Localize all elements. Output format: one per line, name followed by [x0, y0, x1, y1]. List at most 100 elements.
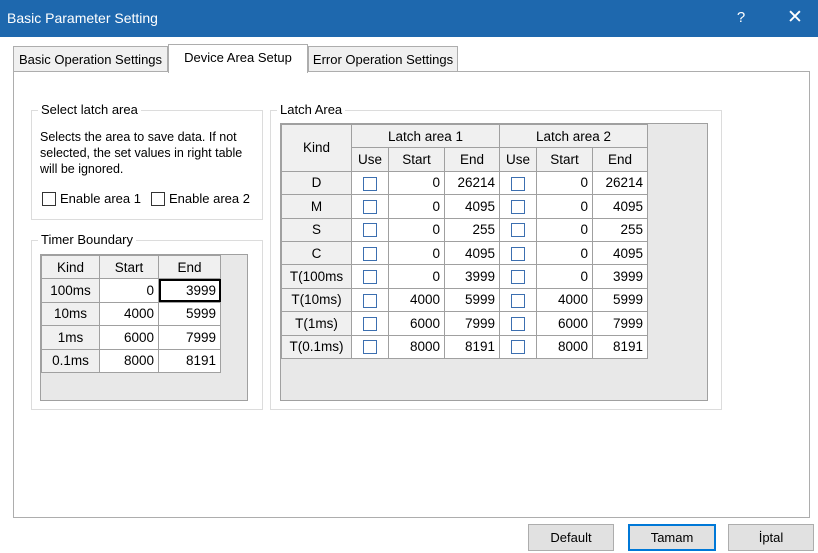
cell-start[interactable]: 0 [388, 264, 445, 289]
table-row: T(1ms) 6000 7999 6000 7999 [281, 311, 648, 336]
cell-end[interactable]: 4095 [592, 194, 648, 219]
cell-end[interactable]: 8191 [158, 348, 221, 373]
column-header-latch-area-2: Latch area 2 [499, 123, 648, 149]
cell-start[interactable]: 0 [388, 240, 445, 266]
use-checkbox[interactable] [511, 176, 525, 191]
table-header-row: Kind Start End [41, 254, 221, 280]
cell-end[interactable]: 5999 [444, 287, 500, 313]
cell-start[interactable]: 4000 [99, 301, 159, 327]
use-cell[interactable] [351, 334, 389, 359]
cell-end[interactable]: 255 [592, 217, 648, 242]
cell-end[interactable]: 3999 [592, 264, 648, 289]
cell-start[interactable]: 0 [536, 217, 593, 242]
column-header-end: End [592, 147, 648, 172]
cell-start[interactable]: 8000 [99, 348, 159, 373]
use-checkbox[interactable] [511, 293, 525, 308]
use-cell[interactable] [351, 170, 389, 196]
use-checkbox[interactable] [511, 223, 525, 238]
use-checkbox[interactable] [363, 223, 377, 238]
tab-basic-operation-settings[interactable]: Basic Operation Settings [13, 46, 168, 72]
use-cell[interactable] [499, 170, 537, 196]
column-header-use: Use [351, 147, 389, 172]
latch-area-title: Latch Area [277, 102, 346, 117]
cell-start[interactable]: 0 [536, 264, 593, 289]
use-cell[interactable] [499, 334, 537, 359]
cell-start[interactable]: 0 [99, 278, 159, 303]
cell-end[interactable]: 7999 [592, 311, 648, 336]
use-cell[interactable] [351, 311, 389, 336]
use-cell[interactable] [499, 264, 537, 289]
cell-end[interactable]: 8191 [592, 334, 648, 359]
cell-end[interactable]: 3999 [444, 264, 500, 289]
use-checkbox[interactable] [511, 200, 525, 215]
use-cell[interactable] [351, 240, 389, 266]
use-cell[interactable] [499, 194, 537, 219]
use-cell[interactable] [351, 287, 389, 313]
cell-start[interactable]: 4000 [388, 287, 445, 313]
row-header-kind: 10ms [41, 301, 100, 327]
table-row: S 0 255 0 255 [281, 217, 648, 242]
cell-start[interactable]: 0 [388, 217, 445, 242]
enable-area2-checkbox[interactable] [151, 192, 165, 206]
use-checkbox[interactable] [363, 246, 377, 261]
column-header-start: Start [388, 147, 445, 172]
column-header-latch-area-1: Latch area 1 [351, 123, 500, 149]
use-checkbox[interactable] [363, 317, 377, 332]
use-checkbox[interactable] [363, 340, 377, 355]
cell-start[interactable]: 0 [536, 240, 593, 266]
cell-end[interactable]: 5999 [592, 287, 648, 313]
ok-button[interactable]: Tamam [628, 524, 716, 551]
cell-start[interactable]: 8000 [536, 334, 593, 359]
cell-end[interactable]: 26214 [444, 170, 500, 196]
table-row: 100ms 0 3999 [41, 278, 221, 303]
enable-area1-checkbox[interactable] [42, 192, 56, 206]
select-latch-area-title: Select latch area [38, 102, 141, 117]
cell-start[interactable]: 0 [388, 170, 445, 196]
cell-start[interactable]: 6000 [99, 325, 159, 350]
close-icon[interactable]: ✕ [784, 6, 806, 29]
use-cell[interactable] [499, 240, 537, 266]
use-checkbox[interactable] [363, 200, 377, 215]
use-checkbox[interactable] [511, 317, 525, 332]
tab-error-operation-settings[interactable]: Error Operation Settings [308, 46, 458, 72]
use-checkbox[interactable] [363, 176, 377, 191]
table-row: D 0 26214 0 26214 [281, 170, 648, 196]
use-checkbox[interactable] [511, 340, 525, 355]
tab-device-area-setup[interactable]: Device Area Setup [168, 44, 308, 73]
cell-start[interactable]: 0 [388, 194, 445, 219]
use-cell[interactable] [499, 217, 537, 242]
latch-area-grid[interactable]: Kind Latch area 1 Latch area 2 Use Start… [280, 123, 708, 401]
row-header-kind: M [281, 194, 352, 219]
cell-start[interactable]: 0 [536, 170, 593, 196]
use-checkbox[interactable] [511, 270, 525, 285]
cell-end[interactable]: 255 [444, 217, 500, 242]
use-checkbox[interactable] [511, 246, 525, 261]
cell-start[interactable]: 6000 [536, 311, 593, 336]
cell-end[interactable]: 4095 [444, 240, 500, 266]
table-row: C 0 4095 0 4095 [281, 240, 648, 266]
timer-boundary-grid[interactable]: Kind Start End 100ms 0 3999 10ms 4000 59… [40, 254, 248, 401]
cell-end[interactable]: 7999 [444, 311, 500, 336]
cell-start[interactable]: 0 [536, 194, 593, 219]
use-cell[interactable] [351, 217, 389, 242]
use-checkbox[interactable] [363, 293, 377, 308]
default-button[interactable]: Default [528, 524, 614, 551]
cell-end[interactable]: 4095 [592, 240, 648, 266]
cancel-button[interactable]: İptal [728, 524, 814, 551]
cell-end[interactable]: 3999 [158, 278, 221, 303]
use-cell[interactable] [499, 311, 537, 336]
use-cell[interactable] [351, 264, 389, 289]
cell-end[interactable]: 7999 [158, 325, 221, 350]
use-cell[interactable] [499, 287, 537, 313]
cell-start[interactable]: 8000 [388, 334, 445, 359]
cell-start[interactable]: 4000 [536, 287, 593, 313]
cell-end[interactable]: 26214 [592, 170, 648, 196]
cell-end[interactable]: 5999 [158, 301, 221, 327]
cell-end[interactable]: 8191 [444, 334, 500, 359]
use-cell[interactable] [351, 194, 389, 219]
use-checkbox[interactable] [363, 270, 377, 285]
help-icon[interactable]: ? [733, 9, 749, 26]
cell-end[interactable]: 4095 [444, 194, 500, 219]
enable-area1-label: Enable area 1 [60, 191, 141, 206]
cell-start[interactable]: 6000 [388, 311, 445, 336]
